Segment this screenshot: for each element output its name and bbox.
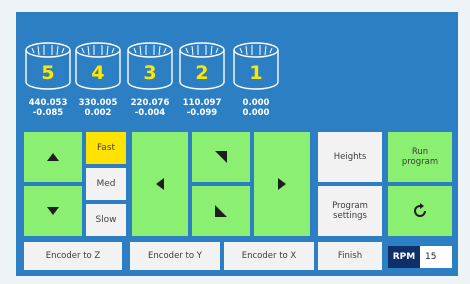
- axis-1-coords: 0.000 0.000: [230, 98, 282, 118]
- speed-fast-label: Fast: [96, 143, 116, 153]
- speed-slow-label: Slow: [95, 215, 117, 225]
- arrow-right-icon: [278, 178, 286, 190]
- arrow-up-icon: [47, 153, 59, 161]
- heights-label: Heights: [333, 152, 367, 162]
- axis-2-coords: 110.097 -0.099: [176, 98, 228, 118]
- arrow-down-icon: [47, 207, 59, 215]
- speed-med-button[interactable]: Med: [86, 168, 126, 200]
- speed-med-label: Med: [96, 179, 116, 189]
- arrow-diag-up-icon: [215, 205, 227, 217]
- encoder-to-z-label: Encoder to Z: [45, 251, 101, 261]
- coord-secondary: 0.002: [84, 108, 112, 118]
- rpm-label: RPM: [388, 246, 420, 268]
- reset-icon: [414, 203, 426, 217]
- coord-primary: 220.076: [130, 98, 170, 108]
- axis-4-coords: 330.005 0.002: [72, 98, 124, 118]
- coord-secondary: -0.004: [134, 108, 166, 118]
- jog-diag-up-button[interactable]: [192, 186, 250, 236]
- control-panel: 5 4 3 2 1 440.053 -0.085 330.005 0.002 2…: [16, 12, 458, 276]
- run-program-button[interactable]: Run program: [388, 132, 452, 182]
- run-program-label: Run program: [401, 147, 439, 167]
- axis-3-coords: 220.076 -0.004: [124, 98, 176, 118]
- coord-secondary: 0.000: [242, 108, 270, 118]
- encoder-to-x-label: Encoder to X: [241, 251, 297, 261]
- arrow-diag-down-icon: [215, 151, 227, 163]
- encoder-to-x-button[interactable]: Encoder to X: [224, 242, 314, 270]
- cylinder-4[interactable]: 4: [74, 40, 122, 96]
- finish-label: Finish: [337, 251, 363, 261]
- cylinder-number: 2: [195, 62, 209, 84]
- cylinder-number: 3: [143, 62, 157, 84]
- cylinder-2[interactable]: 2: [178, 40, 226, 96]
- rpm-input[interactable]: 15: [420, 246, 452, 268]
- cylinder-number: 4: [91, 62, 105, 84]
- coord-secondary: -0.085: [32, 108, 64, 118]
- axis-5-coords: 440.053 -0.085: [22, 98, 74, 118]
- reset-button[interactable]: [388, 186, 452, 236]
- heights-button[interactable]: Heights: [318, 132, 382, 182]
- speed-slow-button[interactable]: Slow: [86, 204, 126, 236]
- jog-left-button[interactable]: [132, 132, 188, 236]
- speed-fast-button[interactable]: Fast: [86, 132, 126, 164]
- encoder-to-y-label: Encoder to Y: [148, 251, 202, 261]
- jog-diag-down-button[interactable]: [192, 132, 250, 182]
- cylinder-3[interactable]: 3: [126, 40, 174, 96]
- cylinder-1[interactable]: 1: [232, 40, 280, 96]
- coord-primary: 440.053: [28, 98, 68, 108]
- coord-primary: 330.005: [78, 98, 118, 108]
- coord-primary: 110.097: [182, 98, 222, 108]
- jog-right-button[interactable]: [254, 132, 310, 236]
- jog-up-button[interactable]: [24, 132, 82, 182]
- program-settings-button[interactable]: Program settings: [318, 186, 382, 236]
- arrow-left-icon: [156, 178, 164, 190]
- coord-primary: 0.000: [242, 98, 270, 108]
- encoder-to-y-button[interactable]: Encoder to Y: [130, 242, 220, 270]
- coord-secondary: -0.099: [186, 108, 218, 118]
- cylinder-5[interactable]: 5: [24, 40, 72, 96]
- encoder-to-z-button[interactable]: Encoder to Z: [24, 242, 122, 270]
- finish-button[interactable]: Finish: [318, 242, 382, 270]
- cylinder-number: 1: [249, 62, 263, 84]
- program-settings-label: Program settings: [332, 201, 368, 221]
- cylinder-number: 5: [41, 62, 55, 84]
- jog-down-button[interactable]: [24, 186, 82, 236]
